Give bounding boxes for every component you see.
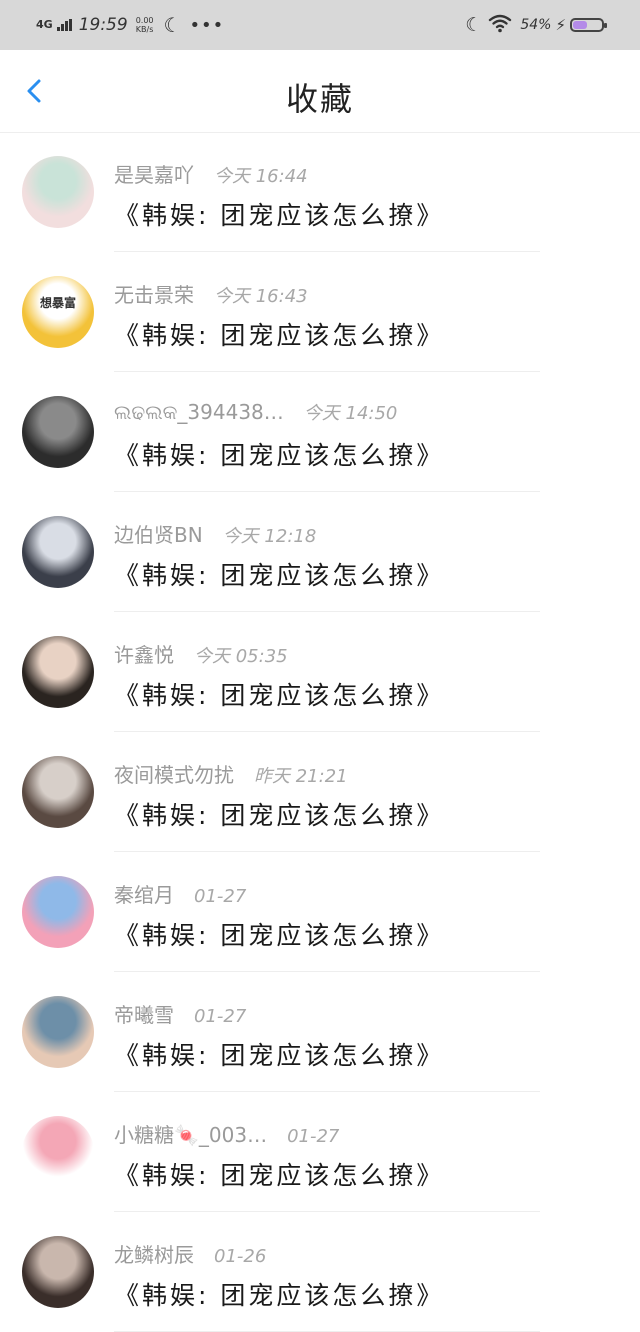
net-speed-unit: KB/s <box>135 25 154 34</box>
battery-icon <box>570 18 607 32</box>
signal-icon <box>56 19 73 31</box>
network-type: 4G <box>36 18 53 31</box>
timestamp: 今天 05:35 <box>194 646 288 667</box>
wifi-icon <box>488 13 512 37</box>
user-name[interactable]: 龙鳞树辰 <box>114 1243 194 1267</box>
item-meta: 无击景荣 今天 16:43 <box>114 279 308 308</box>
avatar[interactable] <box>22 396 94 468</box>
timestamp: 01-26 <box>214 1246 267 1267</box>
item-message[interactable]: 《韩娱: 团宠应该怎么撩》 <box>114 196 444 232</box>
item-message[interactable]: 《韩娱: 团宠应该怎么撩》 <box>114 676 444 712</box>
item-meta: 秦绾月 01-27 <box>114 879 246 908</box>
list-item[interactable]: 帝曦雪 01-27 《韩娱: 团宠应该怎么撩》 <box>0 972 640 1092</box>
timestamp: 01-27 <box>194 1006 247 1027</box>
timestamp: 今天 16:43 <box>214 286 308 307</box>
net-speed-value: 0.00 <box>135 16 154 25</box>
charging-icon: ⚡ <box>555 16 566 34</box>
moon-icon: ☾ <box>163 13 182 37</box>
user-name[interactable]: 是昊嘉吖 <box>114 163 194 187</box>
user-name[interactable]: 帝曦雪 <box>114 1003 174 1027</box>
list-item[interactable]: ଲଢଲକ_394438… 今天 14:50 《韩娱: 团宠应该怎么撩》 <box>0 372 640 492</box>
timestamp: 今天 12:18 <box>222 526 317 547</box>
favorites-list: 是昊嘉吖 今天 16:44 《韩娱: 团宠应该怎么撩》 想暴富 无击景荣 今天 16:43… <box>0 132 640 1332</box>
list-item[interactable]: 想暴富 无击景荣 今天 16:43 《韩娱: 团宠应该怎么撩》 <box>0 252 640 372</box>
status-left: 4G 19:59 0.00 KB/s ☾ ••• <box>36 12 224 38</box>
item-meta: 许鑫悦 今天 05:35 <box>114 639 288 668</box>
list-item[interactable]: 龙鳞树辰 01-26 《韩娱: 团宠应该怎么撩》 <box>0 1212 640 1332</box>
user-name[interactable]: 夜间模式勿扰 <box>114 763 234 787</box>
item-message[interactable]: 《韩娱: 团宠应该怎么撩》 <box>114 796 444 832</box>
avatar[interactable] <box>22 516 94 588</box>
net-speed: 0.00 KB/s <box>136 16 154 34</box>
status-bar: 4G 19:59 0.00 KB/s ☾ ••• ☾ 54% ⚡ <box>0 0 640 50</box>
item-message[interactable]: 《韩娱: 团宠应该怎么撩》 <box>114 916 444 952</box>
timestamp: 01-27 <box>194 886 247 907</box>
item-message[interactable]: 《韩娱: 团宠应该怎么撩》 <box>114 1036 444 1072</box>
user-name[interactable]: 秦绾月 <box>114 883 174 907</box>
item-message[interactable]: 《韩娱: 团宠应该怎么撩》 <box>114 1276 444 1312</box>
list-item[interactable]: 夜间模式勿扰 昨天 21:21 《韩娱: 团宠应该怎么撩》 <box>0 732 640 852</box>
avatar[interactable] <box>22 636 94 708</box>
avatar[interactable] <box>22 1236 94 1308</box>
list-item[interactable]: 小糖糖🍬_003… 01-27 《韩娱: 团宠应该怎么撩》 <box>0 1092 640 1212</box>
list-item[interactable]: 是昊嘉吖 今天 16:44 《韩娱: 团宠应该怎么撩》 <box>0 132 640 252</box>
user-name[interactable]: 小糖糖🍬_003… <box>114 1123 267 1147</box>
item-meta: 夜间模式勿扰 昨天 21:21 <box>114 759 348 788</box>
item-meta: 小糖糖🍬_003… 01-27 <box>114 1119 339 1148</box>
item-message[interactable]: 《韩娱: 团宠应该怎么撩》 <box>114 556 444 592</box>
timestamp: 昨天 21:21 <box>254 766 348 787</box>
avatar[interactable] <box>22 156 94 228</box>
item-meta: 边伯贤BN 今天 12:18 <box>114 519 316 548</box>
avatar[interactable] <box>22 1116 94 1188</box>
list-item[interactable]: 秦绾月 01-27 《韩娱: 团宠应该怎么撩》 <box>0 852 640 972</box>
timestamp: 今天 14:50 <box>303 403 398 424</box>
timestamp: 今天 16:44 <box>214 166 308 187</box>
user-name[interactable]: 许鑫悦 <box>114 643 174 667</box>
item-meta: 是昊嘉吖 今天 16:44 <box>114 159 308 188</box>
item-meta: ଲଢଲକ_394438… 今天 14:50 <box>114 399 397 425</box>
item-meta: 龙鳞树辰 01-26 <box>114 1239 266 1268</box>
dnd-moon-icon: ☾ <box>465 14 483 36</box>
page-title: 收藏 <box>285 80 354 118</box>
avatar[interactable] <box>22 996 94 1068</box>
battery-fill <box>573 21 588 29</box>
item-message[interactable]: 《韩娱: 团宠应该怎么撩》 <box>114 1156 444 1192</box>
user-name[interactable]: 边伯贤BN <box>114 523 203 547</box>
list-item[interactable]: 边伯贤BN 今天 12:18 《韩娱: 团宠应该怎么撩》 <box>0 492 640 612</box>
item-meta: 帝曦雪 01-27 <box>114 999 246 1028</box>
item-message[interactable]: 《韩娱: 团宠应该怎么撩》 <box>114 316 444 352</box>
more-dots-icon: ••• <box>189 14 225 36</box>
list-item[interactable]: 许鑫悦 今天 05:35 《韩娱: 团宠应该怎么撩》 <box>0 612 640 732</box>
nav-header: 收藏 <box>0 50 640 133</box>
avatar[interactable] <box>22 876 94 948</box>
avatar[interactable]: 想暴富 <box>22 276 94 348</box>
avatar[interactable] <box>22 756 94 828</box>
timestamp: 01-27 <box>287 1126 340 1147</box>
clock: 19:59 <box>78 15 128 35</box>
item-message[interactable]: 《韩娱: 团宠应该怎么撩》 <box>114 436 444 472</box>
status-right: ☾ 54% ⚡ <box>465 12 607 38</box>
avatar-text: 想暴富 <box>39 296 76 310</box>
user-name[interactable]: ଲଢଲକ_394438… <box>114 400 284 424</box>
battery-percent: 54% <box>520 17 552 33</box>
user-name[interactable]: 无击景荣 <box>114 283 194 307</box>
